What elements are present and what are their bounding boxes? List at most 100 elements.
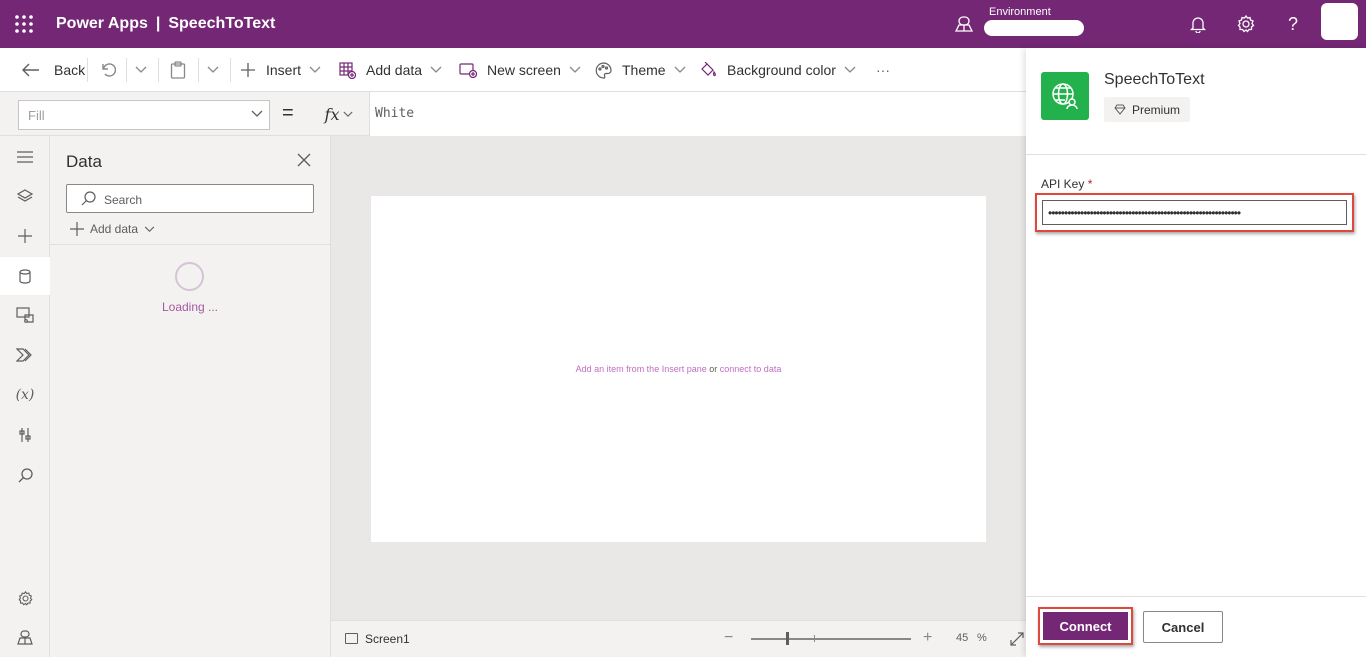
divider (126, 58, 127, 82)
chevron-down-icon (343, 111, 354, 117)
insert-pane-link[interactable]: Add an item from the Insert pane (576, 364, 707, 374)
avatar[interactable] (1321, 3, 1358, 40)
required-indicator: * (1087, 177, 1093, 191)
close-data-pane-button[interactable] (297, 153, 311, 167)
variables-icon: (x) (15, 387, 35, 403)
command-bar: Back Insert Add data New screen Theme Ba… (0, 48, 1026, 92)
clipboard-icon (170, 61, 186, 79)
chevron-down-icon (569, 66, 581, 73)
environment-icon[interactable] (955, 15, 973, 33)
media-rail-button[interactable] (0, 296, 50, 334)
add-data-dropdown[interactable]: Add data (70, 222, 155, 236)
data-search-input[interactable]: Search (66, 184, 314, 213)
palette-icon (595, 61, 612, 79)
app-launcher-icon[interactable] (14, 14, 34, 34)
expand-icon (1010, 632, 1024, 646)
search-placeholder: Search (104, 193, 143, 207)
insert-label: Insert (266, 62, 302, 78)
app-brand: Power Apps | SpeechToText (56, 15, 275, 33)
arrow-left-icon (22, 63, 39, 77)
chevron-down-icon (309, 66, 321, 73)
hamburger-icon (17, 151, 33, 163)
divider (158, 58, 159, 82)
back-label: Back (54, 62, 86, 78)
zoom-in-button[interactable]: + (923, 629, 932, 647)
insert-button[interactable]: Insert (240, 48, 321, 92)
divider (1026, 154, 1366, 155)
formula-bar: Fill = fx White (0, 92, 1026, 136)
globe-person-icon (1052, 83, 1078, 110)
connect-highlight: Connect (1038, 607, 1133, 645)
add-data-button[interactable]: Add data (339, 48, 442, 92)
top-bar: Power Apps | SpeechToText Environment ? (0, 0, 1366, 48)
bell-icon (1190, 17, 1206, 33)
status-bar: Screen1 − + 45 % (331, 620, 1026, 657)
search-rail-button[interactable] (0, 456, 50, 494)
layers-icon (17, 189, 33, 202)
formula-input[interactable]: White (369, 92, 1026, 136)
zoom-slider-tick (814, 635, 815, 642)
notifications-button[interactable] (1187, 13, 1209, 35)
connect-button[interactable]: Connect (1043, 612, 1128, 640)
background-color-button[interactable]: Background color (700, 48, 856, 92)
add-data-label: Add data (366, 62, 423, 78)
environment-label: Environment (989, 6, 1051, 18)
menu-button[interactable] (0, 138, 50, 176)
premium-label: Premium (1132, 102, 1181, 117)
connection-panel: SpeechToText Premium API Key * Connect C… (1026, 48, 1366, 657)
undo-button[interactable] (100, 48, 116, 92)
more-icon: ··· (876, 62, 890, 78)
gear-icon (18, 590, 33, 606)
search-icon (18, 467, 33, 482)
app-screen[interactable]: Add an item from the Insert pane or conn… (371, 196, 986, 542)
more-button[interactable]: ··· (876, 48, 890, 92)
divider (50, 244, 330, 245)
paste-button[interactable] (170, 48, 186, 92)
environment-selector[interactable] (984, 20, 1084, 36)
help-button[interactable]: ? (1282, 13, 1304, 35)
paste-menu-button[interactable] (207, 48, 219, 92)
flow-icon (16, 348, 32, 362)
cancel-button[interactable]: Cancel (1143, 611, 1223, 643)
theme-button[interactable]: Theme (595, 48, 686, 92)
settings-button[interactable] (1235, 13, 1257, 35)
plus-icon (241, 63, 255, 77)
canvas-area: Add an item from the Insert pane or conn… (331, 136, 1026, 620)
tree-view-button[interactable] (0, 177, 50, 215)
variables-rail-button[interactable]: (x) (0, 376, 50, 414)
empty-screen-hint: Add an item from the Insert pane or conn… (371, 364, 986, 374)
question-mark-icon: ? (1287, 13, 1298, 34)
settings-rail-button[interactable] (0, 579, 50, 617)
divider (230, 58, 231, 82)
property-value: Fill (28, 108, 45, 123)
fit-to-window-button[interactable] (1009, 631, 1025, 647)
api-key-input[interactable] (1042, 200, 1347, 225)
advanced-tools-rail-button[interactable] (0, 416, 50, 454)
loading-spinner (175, 262, 204, 291)
back-button[interactable]: Back (22, 48, 85, 92)
table-add-icon (339, 61, 356, 79)
zoom-slider-thumb[interactable] (786, 632, 789, 645)
screen-selector[interactable]: Screen1 (365, 632, 410, 646)
power-automate-rail-button[interactable] (0, 336, 50, 374)
property-dropdown[interactable]: Fill (18, 100, 270, 130)
diamond-icon (1114, 104, 1126, 115)
divider (87, 58, 88, 82)
formula-text: White (375, 106, 415, 121)
zoom-out-button[interactable]: − (724, 629, 733, 647)
new-screen-button[interactable]: New screen (459, 48, 581, 92)
undo-menu-button[interactable] (135, 48, 147, 92)
api-key-label: API Key * (1041, 177, 1092, 191)
zoom-value[interactable]: 45 (956, 632, 968, 644)
function-button[interactable]: fx (309, 92, 369, 136)
chevron-down-icon (251, 110, 263, 117)
zoom-slider[interactable] (751, 638, 911, 640)
theme-label: Theme (622, 62, 666, 78)
hint-or: or (709, 364, 718, 374)
data-rail-button[interactable] (0, 257, 50, 295)
virtual-agent-rail-button[interactable] (0, 618, 50, 656)
connect-to-data-link[interactable]: connect to data (720, 364, 782, 374)
bot-icon (17, 630, 33, 645)
plus-icon (70, 222, 84, 236)
insert-rail-button[interactable] (0, 217, 50, 255)
